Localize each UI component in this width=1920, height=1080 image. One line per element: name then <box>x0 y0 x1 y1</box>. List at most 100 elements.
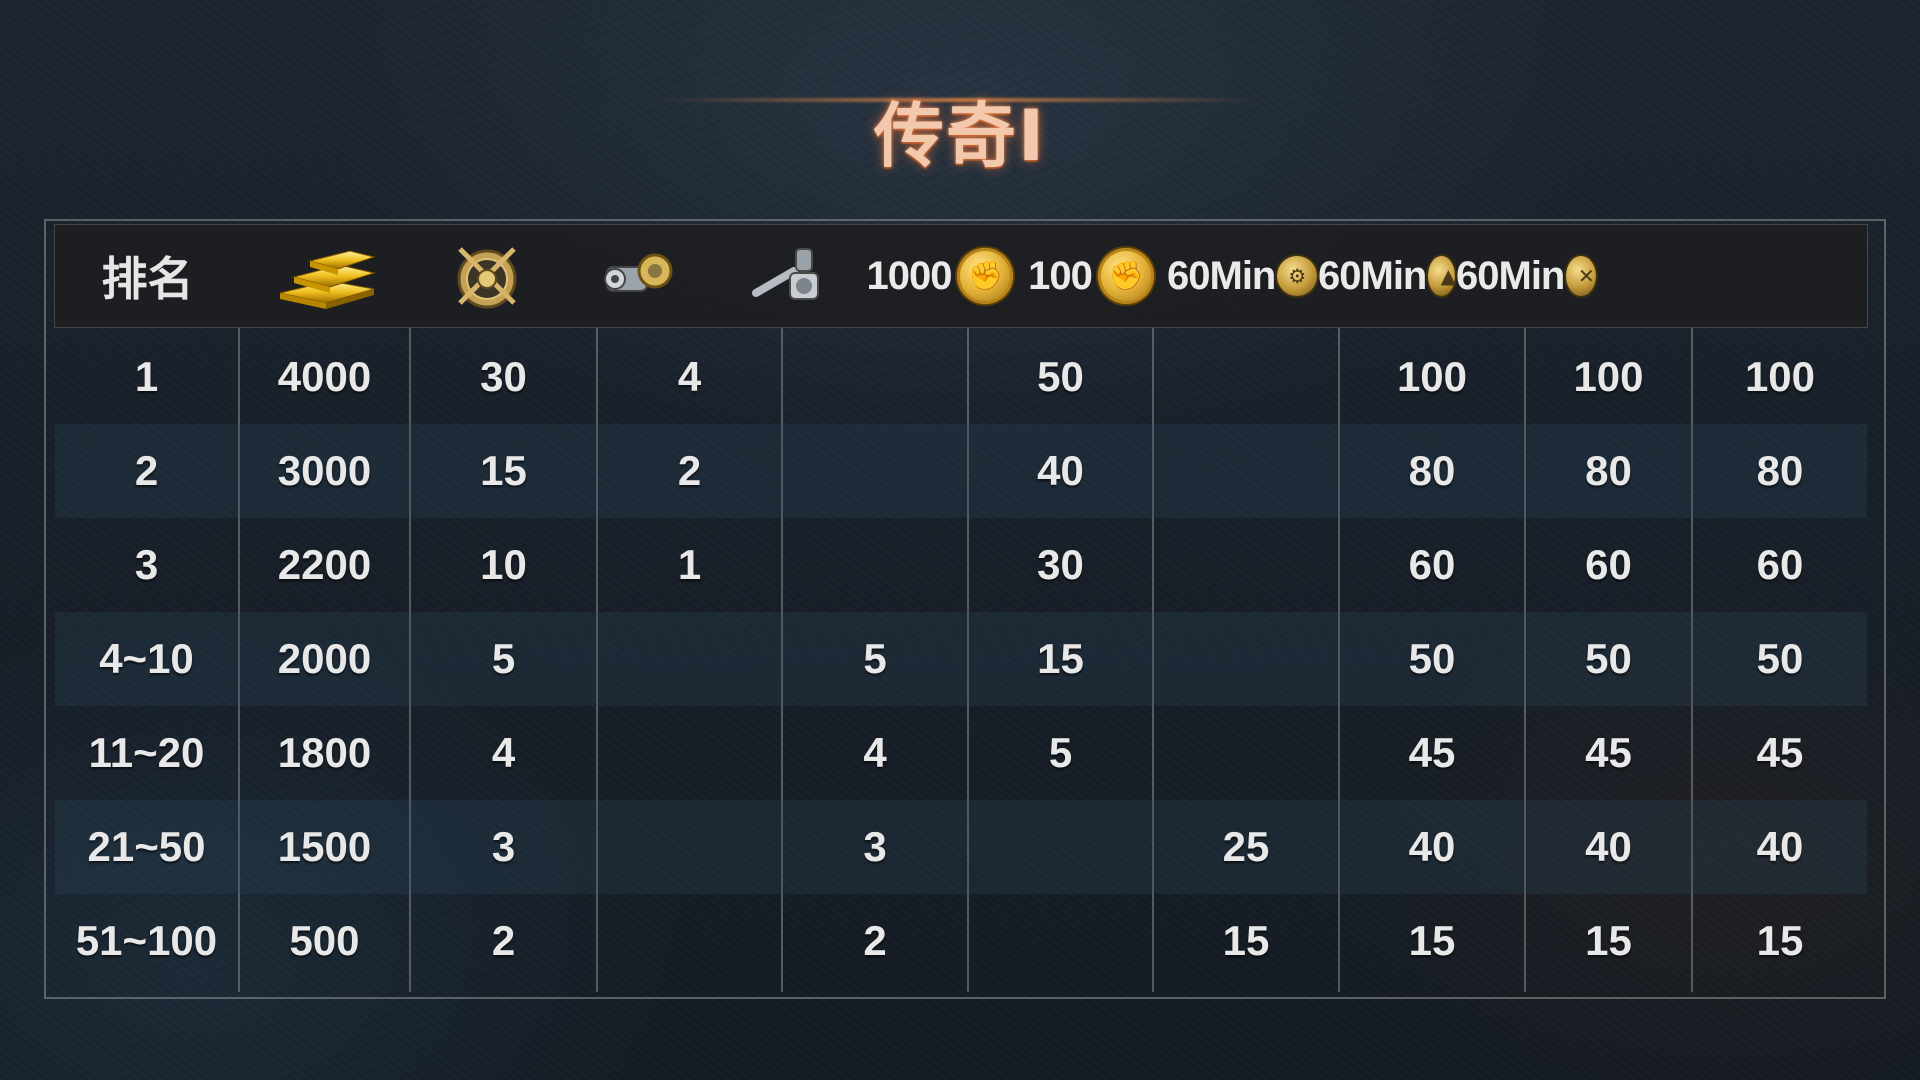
cell-fist-1000: 30 <box>1037 541 1084 588</box>
header-speedup-1-label: 60Min <box>1167 253 1276 298</box>
cell-gold: 2200 <box>277 541 372 588</box>
table-row: 4~10 2000 5 5 15 50 50 50 <box>55 612 1867 706</box>
header-speedup-2: 60Min ▲ <box>1318 225 1456 327</box>
header-tool <box>714 225 864 327</box>
cell-speedup-1: 50 <box>1408 635 1456 682</box>
cell-speedup-3: 45 <box>1756 729 1804 776</box>
speedup-repair-icon: ✕ <box>1566 256 1596 296</box>
cell-speedup-3: 100 <box>1744 353 1816 400</box>
cell-fist-100 <box>1154 330 1338 424</box>
cell-speedup-3: 60 <box>1756 541 1804 588</box>
cell-tool: 3 <box>863 823 887 870</box>
table-row: 3 2200 10 1 30 60 60 60 <box>55 518 1867 612</box>
cell-medal: 4 <box>491 729 516 776</box>
cell-fist-1000: 40 <box>1037 447 1084 494</box>
table-row: 21~50 1500 3 3 25 40 40 40 <box>55 800 1867 894</box>
cell-fist-100 <box>1154 424 1338 518</box>
header-fist-1000-label: 1000 <box>866 253 953 298</box>
cell-fist-100: 15 <box>1222 917 1270 964</box>
speedup-gear-icon: ⚙ <box>1277 256 1317 296</box>
wrench-part-icon <box>752 248 819 300</box>
cell-speedup-1: 40 <box>1408 823 1456 870</box>
cell-fist-1000 <box>969 894 1152 988</box>
cell-fist-1000: 15 <box>1037 635 1084 682</box>
cell-gold: 500 <box>289 917 360 964</box>
cell-speedup-1: 60 <box>1408 541 1456 588</box>
cell-part <box>598 612 781 706</box>
cell-fist-100: 25 <box>1222 823 1270 870</box>
cell-fist-100 <box>1154 518 1338 612</box>
cell-rank: 2 <box>134 447 159 494</box>
cell-gold: 1500 <box>277 823 372 870</box>
cell-gold: 3000 <box>277 447 372 494</box>
cell-gold: 4000 <box>277 353 372 400</box>
table-row: 2 3000 15 2 40 80 80 80 <box>55 424 1867 518</box>
header-speedup-3-label: 60Min <box>1456 253 1565 298</box>
cell-rank: 11~20 <box>88 729 205 776</box>
table-header-row: 排名 1000 ✊ 100 ✊ 60Min ⚙ 60Min ▲ 60Min ✕ <box>54 224 1868 328</box>
cell-tool: 2 <box>863 917 887 964</box>
cell-speedup-2: 45 <box>1585 729 1632 776</box>
cell-speedup-2: 50 <box>1585 635 1632 682</box>
header-rank-label: 排名 <box>101 252 194 306</box>
header-part <box>563 225 713 327</box>
cell-speedup-3: 50 <box>1756 635 1804 682</box>
cell-speedup-3: 15 <box>1756 917 1804 964</box>
cell-medal: 5 <box>491 635 516 682</box>
cell-fist-100 <box>1154 612 1338 706</box>
cell-part: 1 <box>677 541 702 588</box>
cell-rank: 1 <box>134 353 159 400</box>
cell-speedup-1: 100 <box>1396 353 1468 400</box>
cell-speedup-2: 80 <box>1585 447 1632 494</box>
gold-bars-icon <box>279 250 376 309</box>
header-fist-1000: 1000 <box>865 225 1015 327</box>
cell-medal: 10 <box>480 541 527 588</box>
header-gold <box>241 225 411 327</box>
cell-speedup-2: 100 <box>1573 353 1644 400</box>
cell-rank: 3 <box>134 541 159 588</box>
cell-medal: 15 <box>480 447 527 494</box>
cell-speedup-3: 40 <box>1756 823 1804 870</box>
cell-medal: 3 <box>491 823 516 870</box>
header-rank: 排名 <box>55 225 240 327</box>
header-fist-100: 100 <box>1016 225 1166 327</box>
engine-part-icon <box>604 253 673 292</box>
header-medal <box>412 225 562 327</box>
cell-speedup-2: 40 <box>1585 823 1632 870</box>
cell-fist-1000: 5 <box>1048 729 1073 776</box>
cell-speedup-1: 45 <box>1408 729 1456 776</box>
cell-part <box>598 894 781 988</box>
cell-medal: 30 <box>480 353 527 400</box>
table-body: 1 4000 30 4 50 100 100 100 2 3000 15 2 4… <box>55 330 1867 990</box>
cell-speedup-2: 15 <box>1585 917 1632 964</box>
title-area: 传奇I <box>0 70 1920 180</box>
header-speedup-2-label: 60Min <box>1318 253 1427 298</box>
crossed-rifles-medal-icon <box>457 247 517 309</box>
cell-tool: 4 <box>863 729 887 776</box>
cell-speedup-1: 15 <box>1408 917 1456 964</box>
fist-coin-icon <box>1097 248 1154 304</box>
cell-tool <box>783 424 967 518</box>
header-speedup-1: 60Min ⚙ <box>1167 225 1317 327</box>
cell-rank: 51~100 <box>75 917 218 964</box>
cell-tool: 5 <box>863 635 887 682</box>
cell-speedup-1: 80 <box>1408 447 1456 494</box>
speedup-rank-icon: ▲ <box>1428 256 1456 296</box>
header-speedup-3: 60Min ✕ <box>1456 225 1596 327</box>
cell-part: 2 <box>677 447 702 494</box>
cell-speedup-3: 80 <box>1756 447 1804 494</box>
cell-tool <box>783 518 967 612</box>
cell-speedup-2: 60 <box>1585 541 1632 588</box>
cell-rank: 21~50 <box>87 823 206 870</box>
cell-gold: 2000 <box>277 635 372 682</box>
cell-medal: 2 <box>491 917 516 964</box>
cell-rank: 4~10 <box>99 635 194 682</box>
table-row: 1 4000 30 4 50 100 100 100 <box>55 330 1867 424</box>
cell-fist-1000: 50 <box>1037 353 1084 400</box>
cell-gold: 1800 <box>277 729 372 776</box>
cell-part: 4 <box>677 353 702 400</box>
table-row: 51~100 500 2 2 15 15 15 15 <box>55 894 1867 988</box>
cell-fist-1000 <box>969 800 1152 894</box>
fist-coin-icon <box>957 248 1014 304</box>
cell-fist-100 <box>1154 706 1338 800</box>
